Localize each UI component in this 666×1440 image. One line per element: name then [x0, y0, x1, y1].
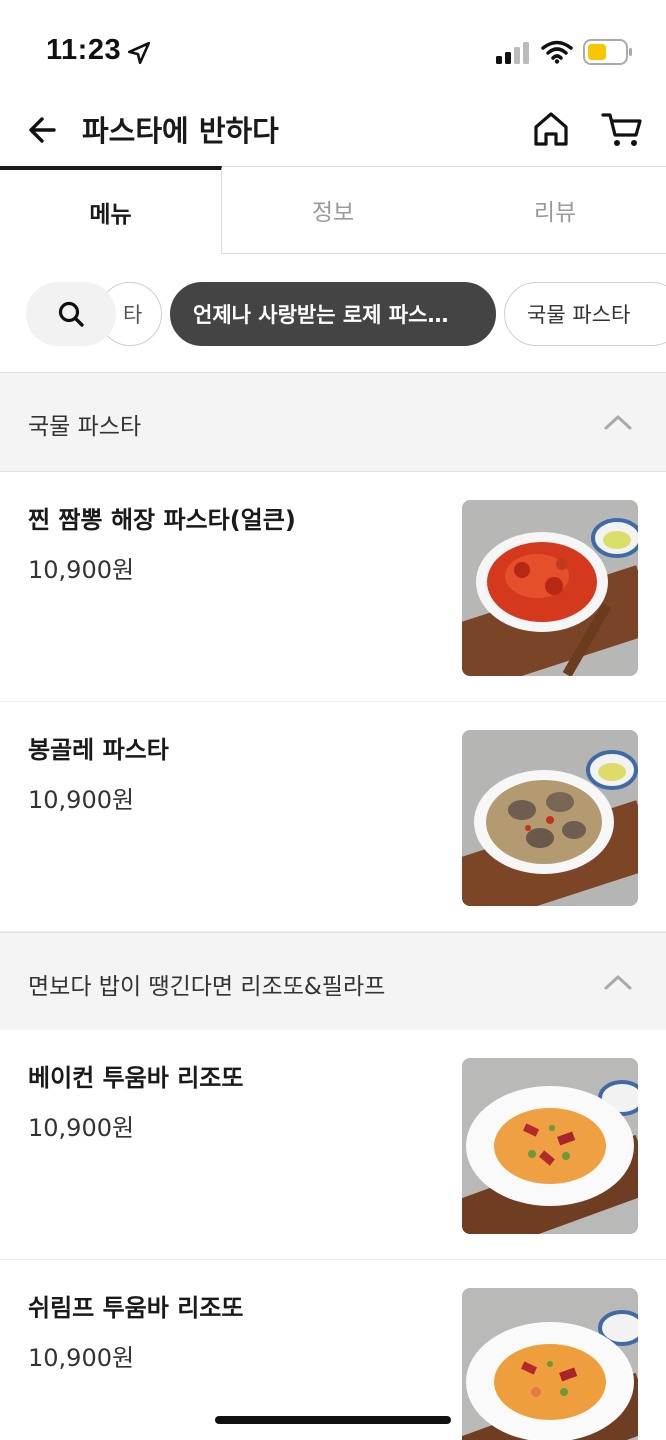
menu-item-photo — [462, 730, 638, 906]
cart-icon[interactable] — [600, 108, 644, 150]
menu-item-price: 10,900원 — [28, 1114, 135, 1142]
category-chip-rose-pasta[interactable]: 언제나 사랑받는 로제 파스… — [170, 282, 496, 346]
menu-item-photo — [462, 1288, 638, 1440]
menu-item-name: 봉골레 파스타 — [28, 736, 169, 764]
menu-item[interactable]: 찐 짬뽕 해장 파스타(얼큰) 10,900원 — [0, 472, 666, 702]
app-header: 파스타에 반하다 — [0, 96, 666, 168]
wifi-icon — [541, 40, 573, 64]
tab-bar: 메뉴 정보 리뷰 — [0, 166, 666, 256]
menu-item[interactable]: 봉골레 파스타 10,900원 — [0, 702, 666, 932]
tab-menu[interactable]: 메뉴 — [0, 166, 222, 254]
menu-item-photo — [462, 1058, 638, 1234]
status-bar: 11:23 — [0, 0, 666, 100]
menu-item-name: 쉬림프 투움바 리조또 — [28, 1294, 244, 1322]
menu-item-price: 10,900원 — [28, 556, 135, 584]
menu-item-price: 10,900원 — [28, 1344, 135, 1372]
tab-info[interactable]: 정보 — [222, 166, 444, 254]
chevron-up-icon — [604, 415, 632, 430]
menu-item-photo — [462, 500, 638, 676]
chevron-up-icon — [604, 975, 632, 990]
home-indicator[interactable] — [215, 1416, 451, 1424]
menu-item-price: 10,900원 — [28, 786, 135, 814]
menu-item-name: 베이컨 투움바 리조또 — [28, 1064, 244, 1092]
section-header-risotto-pilaf[interactable]: 면보다 밥이 땡긴다면 리조또&필라프 — [0, 932, 666, 1032]
category-chip-soup-pasta[interactable]: 국물 파스타 — [504, 282, 666, 346]
location-arrow-icon — [127, 41, 151, 65]
back-arrow-icon[interactable] — [24, 110, 64, 150]
home-icon[interactable] — [530, 108, 572, 150]
battery-icon — [583, 39, 632, 65]
section-header-soup-pasta[interactable]: 국물 파스타 — [0, 372, 666, 472]
section-title: 면보다 밥이 땡긴다면 리조또&필라프 — [28, 974, 386, 1000]
category-chips: 타 언제나 사랑받는 로제 파스… 국물 파스타 — [0, 256, 666, 372]
status-time: 11:23 — [46, 34, 122, 66]
menu-item-name: 찐 짬뽕 해장 파스타(얼큰) — [28, 506, 296, 534]
page-title: 파스타에 반하다 — [82, 114, 279, 148]
search-icon — [58, 301, 84, 327]
section-title: 국물 파스타 — [28, 414, 142, 440]
signal-icon — [496, 42, 529, 64]
tab-review[interactable]: 리뷰 — [444, 166, 666, 254]
menu-item[interactable]: 쉬림프 투움바 리조또 10,900원 — [0, 1260, 666, 1440]
search-button[interactable] — [26, 282, 116, 346]
menu-item[interactable]: 베이컨 투움바 리조또 10,900원 — [0, 1030, 666, 1260]
